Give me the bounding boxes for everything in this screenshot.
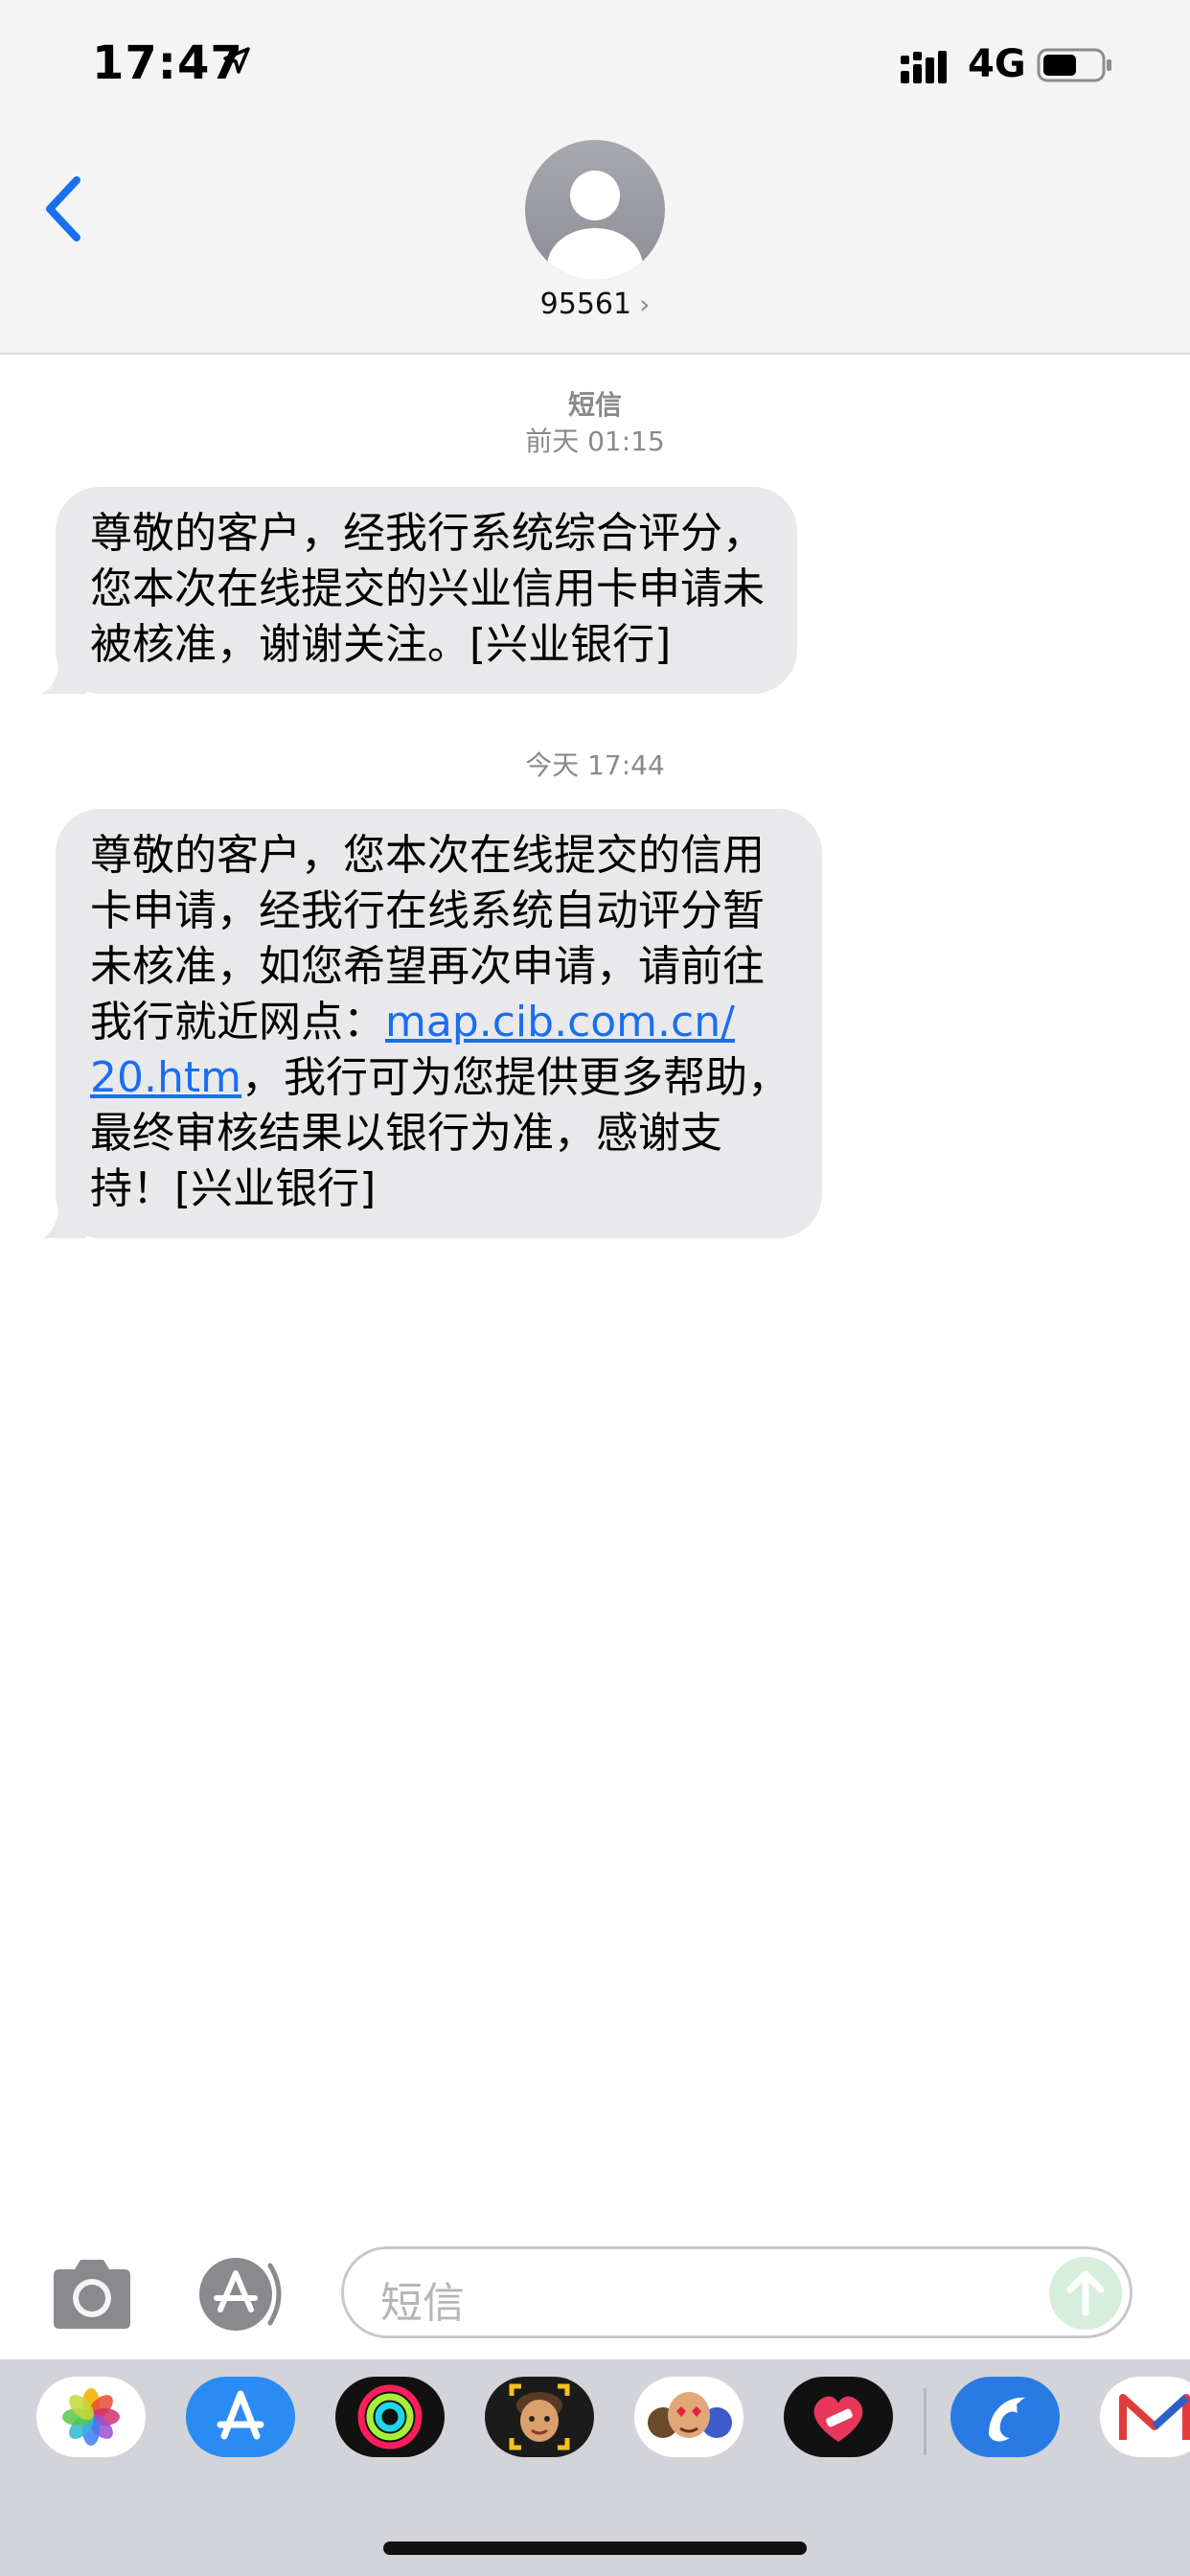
message-line: 未核准，如您希望再次申请，请前往 [90,942,765,991]
message-input[interactable]: 短信 [341,2246,1133,2338]
message-link[interactable]: map.cib.com.cn/ [385,998,735,1046]
message-text: ，我行可为您提供更多帮助， [240,1053,790,1102]
bubble-tail [42,656,86,694]
message-bubble[interactable]: 尊敬的客户，您本次在线提交的信用 卡申请，经我行在线系统自动评分暂 未核准，如您… [42,809,822,1238]
send-button[interactable] [1049,2257,1122,2330]
network-type: 4G [968,42,1026,86]
heart-sticker-icon[interactable] [784,2377,893,2457]
home-indicator[interactable] [383,2542,807,2555]
mail-app-icon[interactable] [1100,2377,1190,2457]
animoji-icon[interactable] [634,2377,744,2457]
signal-strength-icon [901,51,947,83]
message-line: 最终审核结果以银行为准，感谢支 [90,1109,722,1158]
dolphin-app-icon[interactable] [950,2377,1060,2457]
message-line: 您本次在线提交的兴业信用卡申请未 [90,564,765,613]
status-time: 17:47 [92,36,243,90]
conversation-header: 17:47 4G 95561 › [0,0,1190,355]
message-line: 尊敬的客户，经我行系统综合评分， [90,509,765,558]
message-meta-1: 短信 前天 01:15 [0,387,1190,460]
app-drawer [0,2359,1190,2576]
message-timestamp: 前天 01:15 [525,426,665,457]
activity-icon[interactable] [335,2377,445,2457]
arrow-up-icon [1066,2270,1105,2316]
app-store-button-icon[interactable] [192,2254,297,2334]
camera-icon[interactable] [46,2256,138,2333]
battery-icon [1037,48,1111,82]
message-line: 20.htm，我行可为您提供更多帮助， [90,1050,790,1106]
service-label: 短信 [567,389,622,421]
back-chevron-icon[interactable] [38,172,92,245]
contact-avatar[interactable] [525,140,665,280]
contact-name: 95561 [539,288,632,321]
message-line: 持！[兴业银行] [90,1164,377,1213]
person-icon [547,171,643,280]
memoji-icon[interactable] [485,2377,594,2457]
message-timestamp: 今天 17:44 [525,749,665,781]
chevron-right-icon: › [639,288,651,320]
message-bubble[interactable]: 尊敬的客户，经我行系统综合评分， 您本次在线提交的兴业信用卡申请未 被核准，谢谢… [42,487,797,694]
drawer-divider [924,2388,927,2455]
bubble-tail [42,1200,86,1238]
message-text: 我行就近网点： [90,998,385,1046]
message-line: 卡申请，经我行在线系统自动评分暂 [90,886,765,935]
message-meta-2: 今天 17:44 [0,748,1190,784]
message-line: 尊敬的客户，您本次在线提交的信用 [90,831,765,880]
location-arrow-icon [223,47,250,74]
photos-icon[interactable] [36,2377,146,2457]
message-link[interactable]: 20.htm [90,1053,241,1102]
message-line: 我行就近网点：map.cib.com.cn/ [90,995,790,1050]
app-store-icon[interactable] [186,2377,295,2457]
message-line: 被核准，谢谢关注。[兴业银行] [90,620,672,669]
message-placeholder: 短信 [380,2279,465,2328]
contact-name-button[interactable]: 95561 › [0,288,1190,321]
